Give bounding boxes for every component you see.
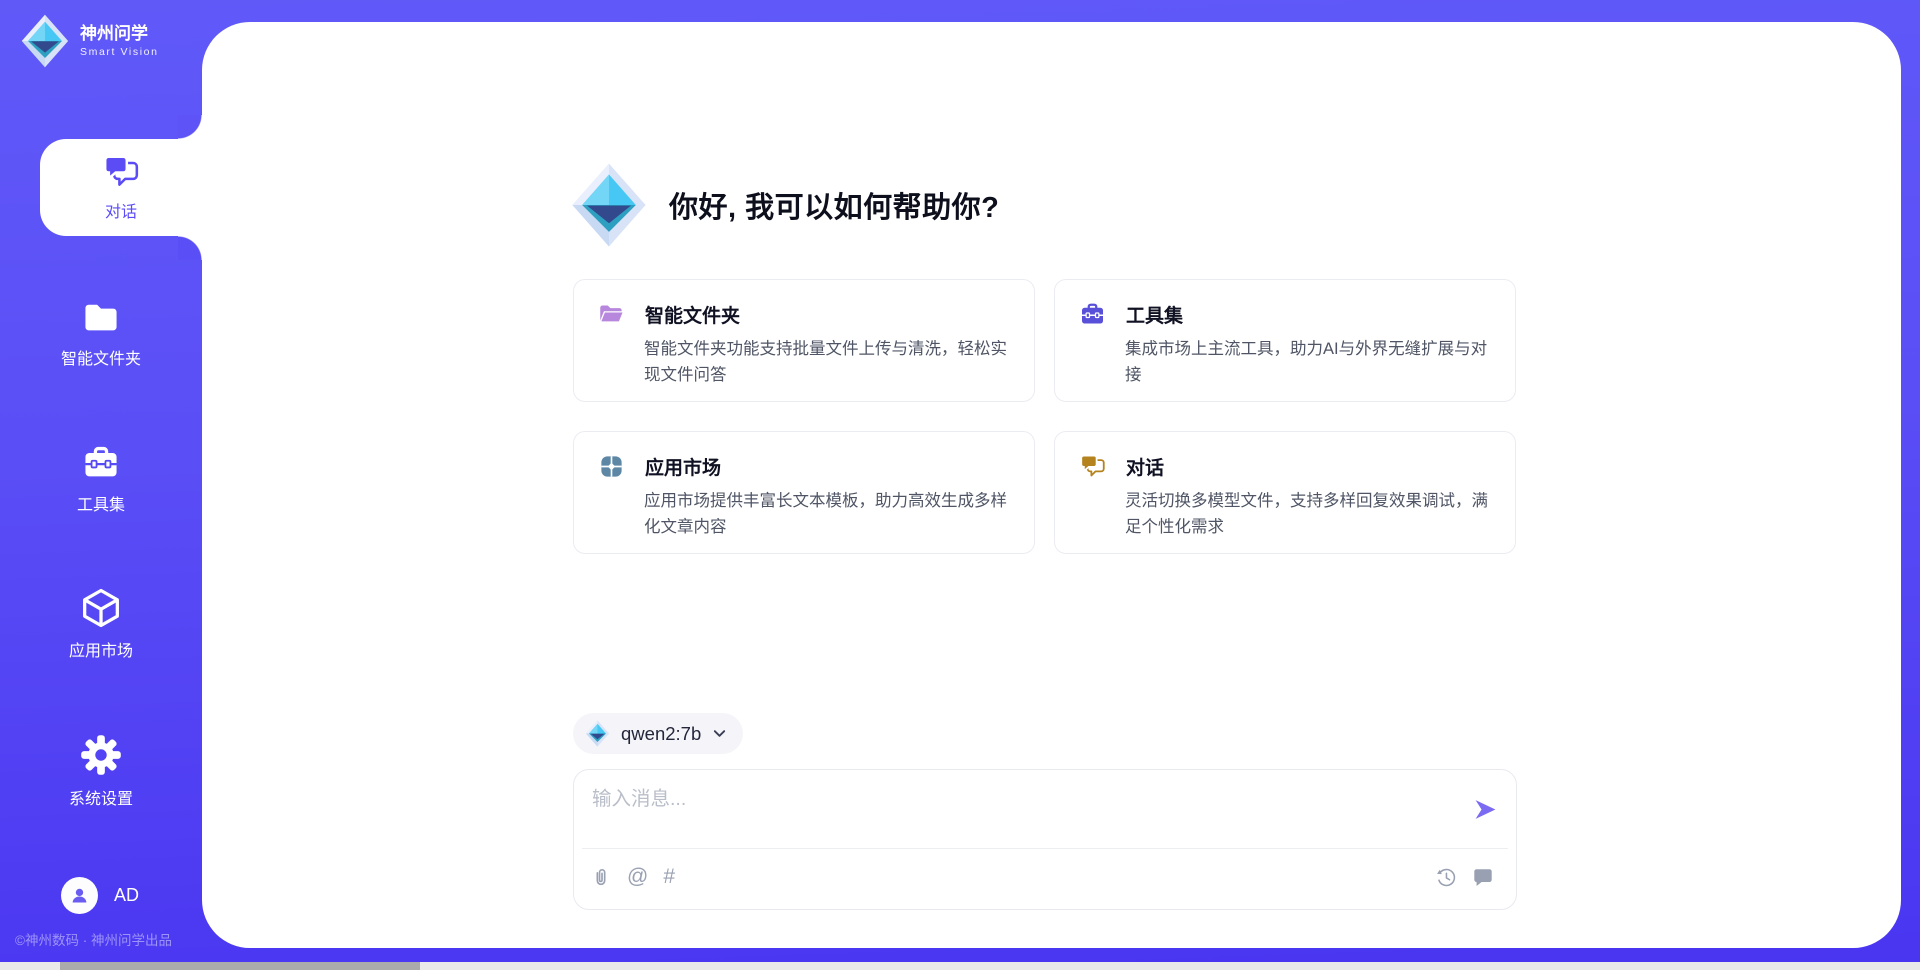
- card-title: 对话: [1126, 453, 1164, 480]
- apps-grid-icon: [598, 453, 625, 480]
- send-button[interactable]: [1472, 796, 1498, 822]
- mention-button[interactable]: @: [627, 866, 648, 888]
- brand-name: 神州问学: [80, 24, 159, 44]
- at-icon: @: [627, 866, 648, 888]
- card-title: 智能文件夹: [645, 301, 740, 328]
- person-icon: [69, 885, 90, 906]
- sidebar-item-label: 系统设置: [69, 785, 133, 809]
- brand: 神州问学 Smart Vision: [20, 14, 159, 68]
- gear-icon: [79, 733, 123, 777]
- avatar: [61, 877, 98, 914]
- card-description: 灵活切换多模型文件，支持多样回复效果调试，满足个性化需求: [1125, 488, 1491, 540]
- composer-divider: [582, 848, 1508, 849]
- card-description: 应用市场提供丰富长文本模板，助力高效生成多样化文章内容: [644, 488, 1010, 540]
- copyright-text: ©神州数码 · 神州问学出品: [15, 929, 172, 949]
- page-title: 你好, 我可以如何帮助你?: [669, 184, 999, 226]
- sidebar-item-chat[interactable]: 对话: [40, 139, 202, 236]
- feature-card-market[interactable]: 应用市场 应用市场提供丰富长文本模板，助力高效生成多样化文章内容: [573, 431, 1035, 554]
- user-badge[interactable]: AD: [61, 877, 139, 914]
- paperclip-icon: [590, 866, 612, 888]
- scrollbar-thumb[interactable]: [60, 962, 420, 970]
- model-selector[interactable]: qwen2:7b: [573, 713, 743, 754]
- feature-card-tools[interactable]: 工具集 集成市场上主流工具，助力AI与外界无缝扩展与对接: [1054, 279, 1516, 402]
- sidebar-item-label: 智能文件夹: [61, 345, 141, 369]
- feedback-button[interactable]: [1472, 866, 1494, 888]
- model-name: qwen2:7b: [621, 723, 701, 745]
- user-initials: AD: [114, 885, 139, 906]
- hash-icon: #: [663, 866, 675, 888]
- sidebar-item-label: 应用市场: [69, 637, 133, 661]
- comment-icon: [1472, 866, 1494, 888]
- feature-card-chat[interactable]: 对话 灵活切换多模型文件，支持多样回复效果调试，满足个性化需求: [1054, 431, 1516, 554]
- sidebar-item-label: 工具集: [77, 491, 125, 515]
- history-icon: [1435, 866, 1457, 888]
- feature-cards: 智能文件夹 智能文件夹功能支持批量文件上传与清洗，轻松实现文件问答 工具集 集成…: [573, 279, 1517, 554]
- attach-button[interactable]: [590, 866, 612, 888]
- briefcase-icon: [1079, 301, 1106, 328]
- card-description: 集成市场上主流工具，助力AI与外界无缝扩展与对接: [1125, 336, 1491, 388]
- sidebar-item-folders[interactable]: 智能文件夹: [0, 297, 202, 369]
- brand-diamond-logo: [570, 162, 648, 248]
- chat-icon: [1079, 453, 1106, 480]
- brand-tagline: Smart Vision: [80, 46, 159, 58]
- cube-icon: [80, 587, 122, 629]
- briefcase-icon: [81, 443, 121, 483]
- history-button[interactable]: [1435, 866, 1457, 888]
- sidebar: 神州问学 Smart Vision 对话 智能文件夹 工具集: [0, 0, 202, 962]
- card-title: 工具集: [1126, 301, 1183, 328]
- feature-card-folders[interactable]: 智能文件夹 智能文件夹功能支持批量文件上传与清洗，轻松实现文件问答: [573, 279, 1035, 402]
- brand-diamond-logo: [585, 720, 610, 747]
- main-panel: 你好, 我可以如何帮助你? 智能文件夹 智能文件夹功能支持批量文件上传与清洗，轻…: [202, 22, 1901, 948]
- message-input[interactable]: [590, 780, 1434, 842]
- card-title: 应用市场: [645, 453, 721, 480]
- sidebar-item-tools[interactable]: 工具集: [0, 443, 202, 515]
- composer: @ #: [573, 769, 1517, 910]
- sidebar-item-market[interactable]: 应用市场: [0, 587, 202, 661]
- greeting: 你好, 我可以如何帮助你?: [570, 162, 999, 248]
- card-description: 智能文件夹功能支持批量文件上传与清洗，轻松实现文件问答: [644, 336, 1010, 388]
- send-icon: [1473, 797, 1498, 822]
- hashtag-button[interactable]: #: [663, 866, 675, 888]
- horizontal-scrollbar[interactable]: [0, 962, 1920, 970]
- chevron-down-icon: [712, 726, 727, 741]
- folder-icon: [81, 297, 121, 337]
- folder-open-icon: [598, 301, 625, 328]
- chat-icon: [102, 153, 140, 191]
- sidebar-item-settings[interactable]: 系统设置: [0, 733, 202, 809]
- brand-diamond-logo: [20, 14, 70, 68]
- sidebar-item-label: 对话: [105, 198, 137, 222]
